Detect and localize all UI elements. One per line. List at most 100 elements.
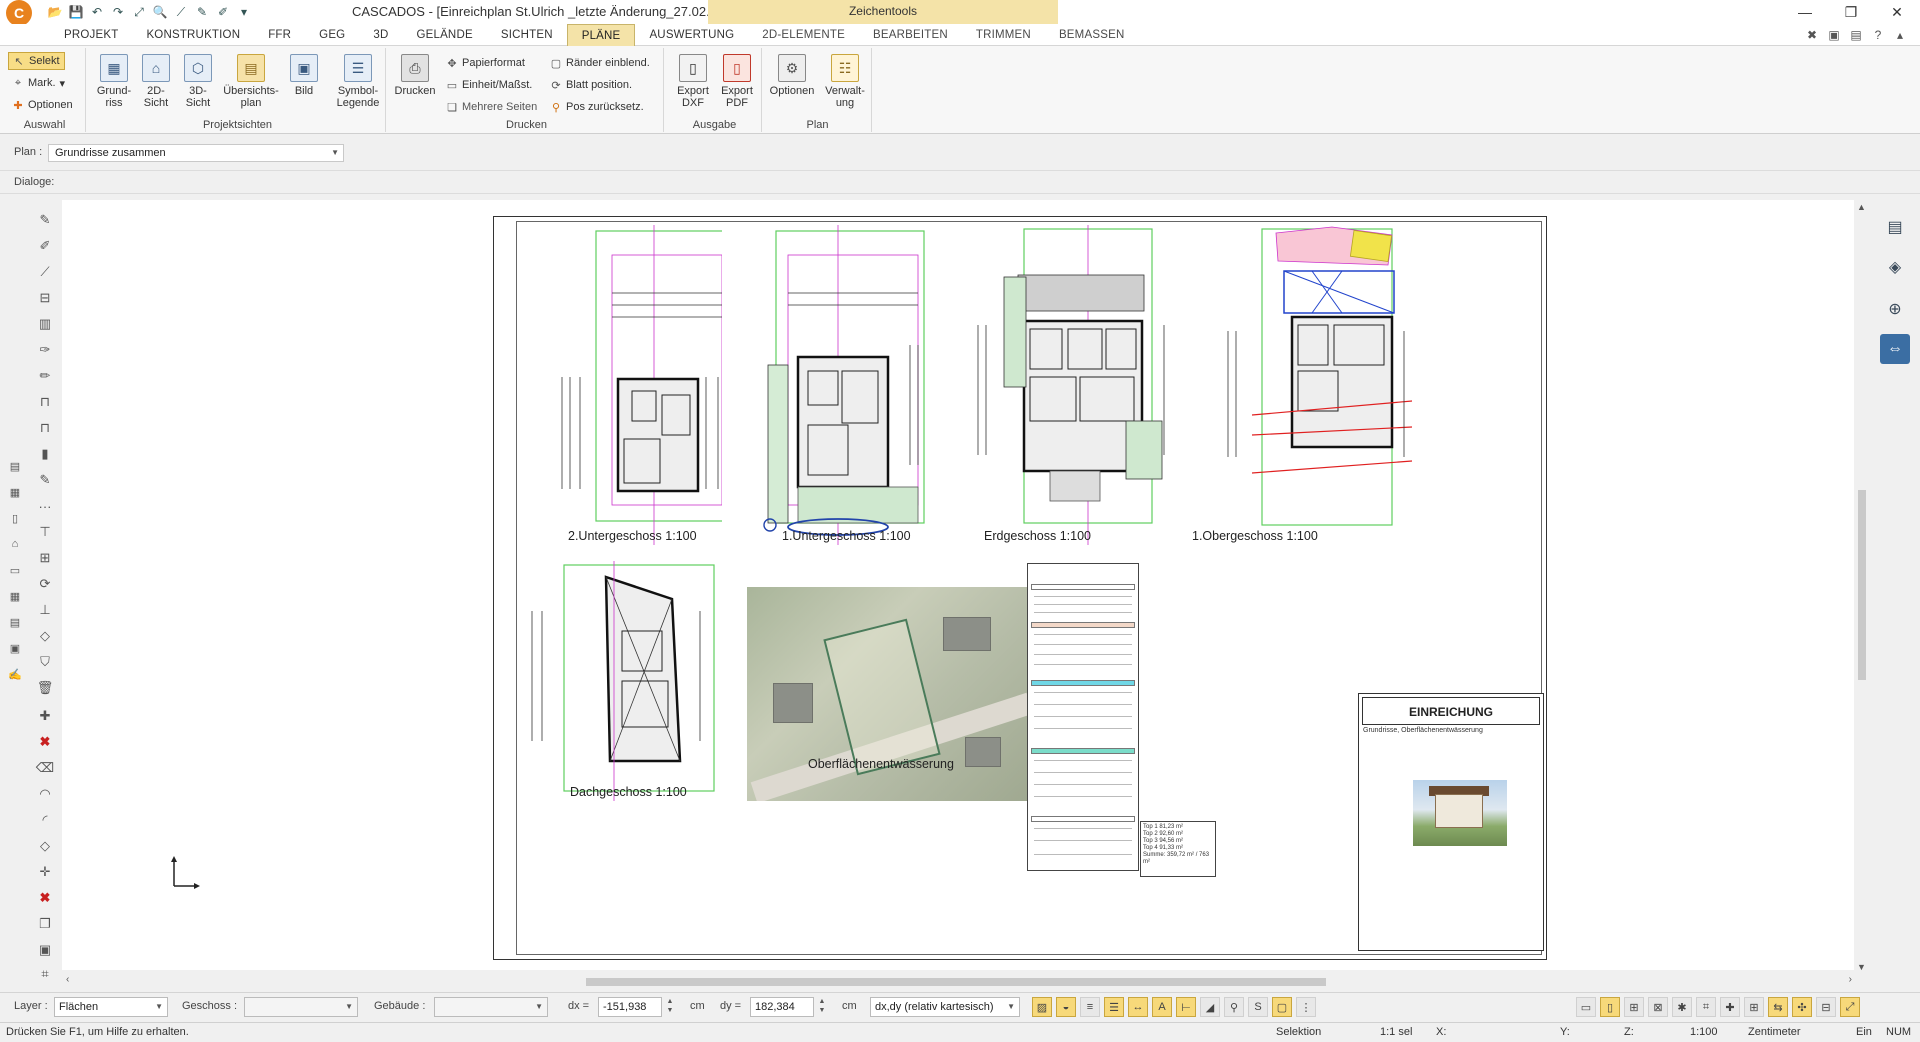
grid-tool-icon[interactable]: ⊞ — [35, 548, 55, 568]
tools-icon[interactable]: ✖ — [1804, 27, 1820, 43]
tab-bemassen[interactable]: BEMASSEN — [1045, 24, 1139, 46]
eraser-tool-icon[interactable]: ◢ — [1200, 997, 1220, 1017]
open-folder-icon[interactable]: 📂 — [46, 3, 64, 21]
trash-icon[interactable]: 🗑 — [35, 678, 55, 698]
view-2-icon[interactable]: ▯ — [1600, 997, 1620, 1017]
einheit-massstab-button[interactable]: ▭ Einheit/Maßst. — [446, 76, 533, 94]
close-button[interactable]: ✕ — [1874, 0, 1920, 24]
polyline-tool-icon[interactable]: ⟋ — [35, 262, 55, 282]
window-tool-icon[interactable]: ⊓ — [35, 418, 55, 438]
dots-line-icon[interactable]: ··· — [35, 496, 55, 516]
drucken-button[interactable]: ⎙ Drucken — [394, 54, 436, 97]
zoom-extents-icon[interactable]: ⤢ — [130, 3, 148, 21]
tab-3d[interactable]: 3D — [359, 24, 402, 46]
dy-input[interactable]: 182,384 — [750, 997, 814, 1017]
vertical-scrollbar[interactable]: ▲ ▼ — [1854, 200, 1870, 974]
measure-icon[interactable]: ⟋ — [172, 3, 190, 21]
plan-optionen-button[interactable]: ⚙ Optionen — [766, 54, 818, 97]
tab-gelaende[interactable]: GELÄNDE — [402, 24, 486, 46]
papierformat-button[interactable]: ✥ Papierformat — [446, 54, 525, 72]
tab-konstruktion[interactable]: KONSTRUKTION — [132, 24, 254, 46]
drawing-canvas[interactable]: Top 1 81,23 m² Top 2 92,60 m² Top 3 94,5… — [62, 200, 1856, 970]
dx-input[interactable]: -151,938 — [598, 997, 662, 1017]
page-icon[interactable]: ▯ — [7, 510, 23, 526]
vertical-scroll-thumb[interactable] — [1858, 490, 1866, 680]
tab-bearbeiten[interactable]: BEARBEITEN — [859, 24, 962, 46]
eraser-icon[interactable]: ⌫ — [35, 758, 55, 778]
dy-spinner[interactable]: ▲ ▼ — [816, 997, 828, 1017]
arc-icon[interactable]: ◠ — [35, 784, 55, 804]
view-10-icon[interactable]: ✣ — [1792, 997, 1812, 1017]
scroll-down-icon[interactable]: ▼ — [1857, 962, 1866, 972]
horizontal-scroll-thumb[interactable] — [586, 978, 1326, 986]
view-3-icon[interactable]: ⊞ — [1624, 997, 1644, 1017]
view-7-icon[interactable]: ✚ — [1720, 997, 1740, 1017]
house-doc-icon[interactable]: ⌂ — [7, 536, 23, 552]
plan-dachgeschoss[interactable] — [522, 561, 722, 801]
dx-spinner[interactable]: ▲ ▼ — [664, 997, 676, 1017]
bild-button[interactable]: ▣ Bild — [286, 54, 322, 97]
door-icon[interactable]: ⊓ — [35, 392, 55, 412]
window-icon[interactable]: ▣ — [1826, 27, 1842, 43]
plan-verwaltung-button[interactable]: ☷ Verwalt- ung — [822, 54, 868, 109]
geschoss-select[interactable]: ▼ — [244, 997, 358, 1017]
tab-geg[interactable]: GEG — [305, 24, 359, 46]
layers-icon[interactable]: ◈ — [1880, 252, 1910, 282]
tab-sichten[interactable]: SICHTEN — [487, 24, 567, 46]
split-icon[interactable]: ⊥ — [35, 600, 55, 620]
horizontal-scrollbar[interactable]: ‹ › — [62, 974, 1856, 990]
fill-icon[interactable]: ◒ — [1056, 997, 1076, 1017]
more-options-icon[interactable]: ⋮ — [1296, 997, 1316, 1017]
export-dxf-button[interactable]: ▯ Export DXF — [672, 54, 714, 109]
tab-projekt[interactable]: PROJEKT — [50, 24, 132, 46]
plan-1-untergeschoss[interactable] — [728, 225, 938, 545]
copy-icon[interactable]: ❐ — [35, 914, 55, 934]
column-icon[interactable]: ▮ — [35, 444, 55, 464]
view-4-icon[interactable]: ⊠ — [1648, 997, 1668, 1017]
mark-button[interactable]: ⌖ Mark. ▾ — [12, 74, 65, 92]
title-block[interactable]: EINREICHUNG Grundrisse, Oberflächenentwä… — [1358, 693, 1544, 951]
line-tool-icon[interactable]: ✎ — [35, 210, 55, 230]
view-5-icon[interactable]: ✱ — [1672, 997, 1692, 1017]
plan-2-untergeschoss[interactable] — [522, 225, 722, 545]
minimize-button[interactable]: — — [1782, 0, 1828, 24]
selekt-button[interactable]: ↖ Selekt — [8, 52, 65, 70]
delete-icon[interactable]: ✖ — [35, 732, 55, 752]
uebersichtsplan-button[interactable]: ▤ Übersichts- plan — [222, 54, 280, 109]
edit-element-icon[interactable]: ✎ — [35, 470, 55, 490]
help-icon[interactable]: ? — [1870, 27, 1886, 43]
line-weight-icon[interactable]: ≡ — [1080, 997, 1100, 1017]
add-point-icon[interactable]: ✚ — [35, 706, 55, 726]
properties-icon[interactable]: ▤ — [1880, 212, 1910, 242]
mehrere-seiten-button[interactable]: ❏ Mehrere Seiten — [446, 98, 537, 116]
view-9-icon[interactable]: ⇆ — [1768, 997, 1788, 1017]
tab-2d-elemente[interactable]: 2D-ELEMENTE — [748, 24, 859, 46]
dimension-icon[interactable]: ↔ — [1128, 997, 1148, 1017]
scroll-left-icon[interactable]: ‹ — [66, 974, 69, 985]
print-sheet[interactable]: Top 1 81,23 m² Top 2 92,60 m² Top 3 94,5… — [493, 216, 1547, 960]
ribbon-minimize-icon[interactable]: ▴ — [1892, 27, 1908, 43]
layer-select[interactable]: Flächen ▼ — [54, 997, 168, 1017]
maximize-button[interactable]: ❐ — [1828, 0, 1874, 24]
plan-select[interactable]: Grundrisse zusammen ▼ — [48, 144, 344, 162]
view-1-icon[interactable]: ▭ — [1576, 997, 1596, 1017]
text-icon[interactable]: A — [1152, 997, 1172, 1017]
pos-zuruecksetzen-button[interactable]: ⚲ Pos zurücksetz. — [550, 98, 644, 116]
2d-sicht-button[interactable]: ⌂ 2D- Sicht — [138, 54, 174, 109]
signature-icon[interactable]: ✍ — [7, 666, 23, 682]
optionen-auswahl-button[interactable]: ✚ Optionen — [12, 96, 72, 114]
raender-einblenden-button[interactable]: ▢ Ränder einblend. — [550, 54, 650, 72]
view-11-icon[interactable]: ⊟ — [1816, 997, 1836, 1017]
cross-icon[interactable]: ✛ — [35, 862, 55, 882]
snap-s-icon[interactable]: S — [1248, 997, 1268, 1017]
plan-1-obergeschoss[interactable] — [1212, 221, 1422, 545]
save-icon[interactable]: 💾 — [67, 3, 85, 21]
view-6-icon[interactable]: ⌗ — [1696, 997, 1716, 1017]
line-type-icon[interactable]: ☰ — [1104, 997, 1124, 1017]
undo-icon[interactable]: ↶ — [88, 3, 106, 21]
measure-tool-icon[interactable]: ⊢ — [1176, 997, 1196, 1017]
edit-shape-icon[interactable]: ✏ — [35, 366, 55, 386]
frame-icon[interactable]: ▣ — [35, 940, 55, 960]
area-table[interactable] — [1027, 563, 1139, 871]
tab-auswertung[interactable]: AUSWERTUNG — [635, 24, 748, 46]
